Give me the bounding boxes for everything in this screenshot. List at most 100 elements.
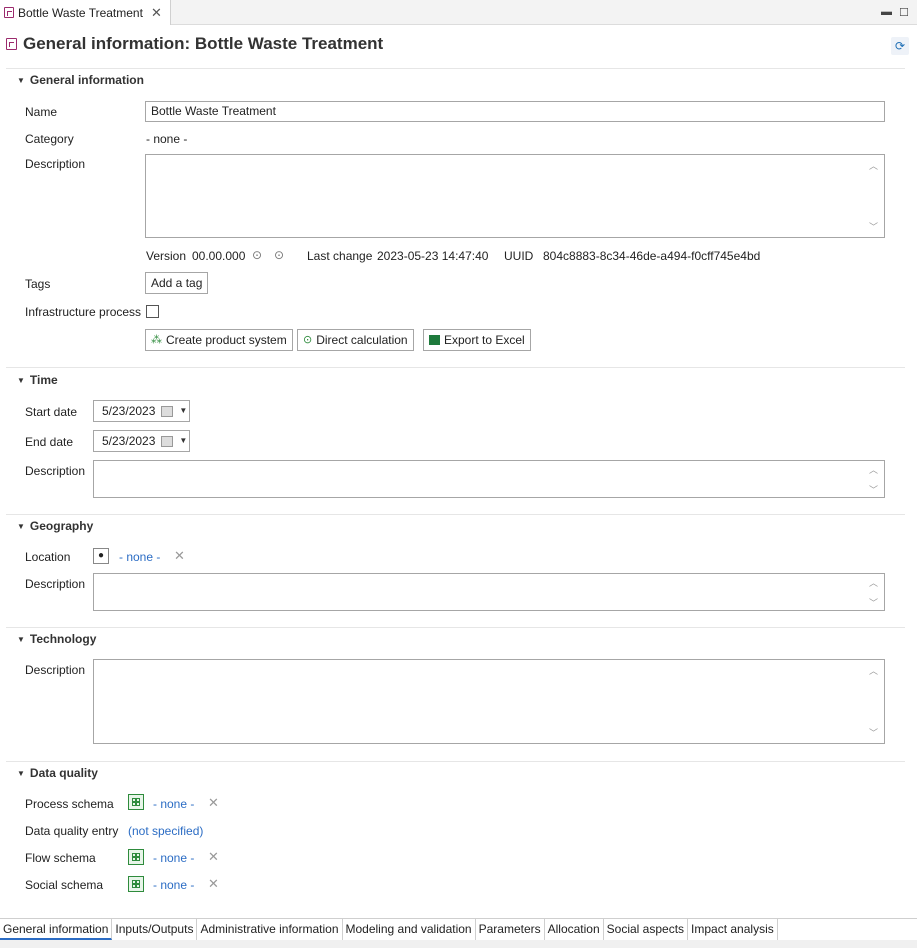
create-product-system-button[interactable]: ⁂ Create product system [145, 329, 293, 351]
remove-social-schema-icon[interactable]: ✕ [208, 876, 219, 892]
minimize-icon[interactable]: ▬ [881, 6, 892, 18]
tab-social-aspects[interactable]: Social aspects [604, 919, 689, 940]
editor-tab-bar: Bottle Waste Treatment ✕ ▬ ☐ [0, 0, 917, 25]
tags-label: Tags [25, 277, 51, 291]
divider [6, 367, 905, 368]
version-down-icon[interactable]: ⊙ [274, 248, 284, 262]
export-excel-label: Export to Excel [444, 333, 525, 347]
process-icon [6, 38, 17, 50]
section-time[interactable]: ▼ Time [17, 373, 58, 387]
add-tag-button-label: Add a tag [151, 276, 203, 290]
infrastructure-checkbox[interactable] [146, 305, 159, 318]
location-link[interactable]: - none - [119, 550, 160, 564]
section-data-quality[interactable]: ▼ Data quality [17, 766, 98, 780]
chevron-down-icon: ▼ [17, 375, 25, 385]
start-date-picker[interactable]: 5/23/2023 ▼ [93, 400, 190, 422]
social-schema-link[interactable]: - none - [153, 878, 194, 892]
location-label: Location [25, 550, 71, 564]
chevron-down-icon: ▼ [179, 436, 188, 445]
section-general-information[interactable]: ▼ General information [17, 73, 144, 87]
page-title: General information: Bottle Waste Treatm… [6, 34, 383, 54]
direct-calculation-label: Direct calculation [316, 333, 408, 347]
version-up-icon[interactable]: ⊙ [252, 248, 262, 262]
excel-icon [429, 335, 440, 345]
chevron-down-icon: ▼ [17, 521, 25, 531]
infrastructure-label: Infrastructure process [25, 305, 142, 319]
description-label: Description [25, 157, 86, 171]
category-value: - none - [146, 132, 188, 146]
remove-flow-schema-icon[interactable]: ✕ [208, 849, 219, 865]
tab-administrative-information[interactable]: Administrative information [197, 919, 343, 940]
scroll-up-icon[interactable]: ︿ [869, 463, 878, 476]
chevron-down-icon: ▼ [17, 75, 25, 85]
editor-tab-label: Bottle Waste Treatment [18, 5, 143, 20]
last-change-value: 2023-05-23 14:47:40 [377, 249, 489, 263]
version-label: Version [146, 249, 187, 263]
uuid-label: UUID [504, 249, 534, 263]
section-title: Data quality [29, 766, 98, 780]
flow-schema-label: Flow schema [25, 851, 96, 865]
end-date-picker[interactable]: 5/23/2023 ▼ [93, 430, 190, 452]
scroll-down-icon[interactable]: ﹀ [869, 220, 878, 233]
maximize-icon[interactable]: ☐ [899, 6, 909, 19]
description-textarea[interactable]: ︿ ﹀ [145, 154, 885, 238]
version-value: 00.00.000 [192, 249, 246, 263]
scroll-down-icon[interactable]: ﹀ [869, 483, 878, 496]
direct-calculation-button[interactable]: ⊙ Direct calculation [297, 329, 414, 351]
chevron-down-icon: ▼ [17, 768, 25, 778]
location-pin-icon[interactable]: ● [93, 548, 109, 564]
remove-location-icon[interactable]: ✕ [174, 548, 185, 564]
time-description-textarea[interactable]: ︿ ﹀ [93, 460, 885, 498]
end-date-label: End date [25, 435, 74, 449]
category-label: Category [25, 132, 74, 146]
technology-description-textarea[interactable]: ︿ ﹀ [93, 659, 885, 744]
section-title: Time [29, 373, 58, 387]
tab-inputs-outputs[interactable]: Inputs/Outputs [112, 919, 198, 940]
editor-page-tabs: General information Inputs/Outputs Admin… [0, 918, 917, 940]
section-title: Technology [29, 632, 97, 646]
scroll-down-icon[interactable]: ﹀ [869, 596, 878, 609]
last-change-label: Last change [307, 249, 373, 263]
tab-allocation[interactable]: Allocation [545, 919, 604, 940]
process-schema-link[interactable]: - none - [153, 797, 194, 811]
flow-schema-link[interactable]: - none - [153, 851, 194, 865]
divider [6, 761, 905, 762]
export-excel-button[interactable]: Export to Excel [423, 329, 531, 351]
chevron-down-icon: ▼ [17, 634, 25, 644]
editor-tab[interactable]: Bottle Waste Treatment ✕ [0, 0, 171, 25]
refresh-icon[interactable]: ⟳ [891, 37, 909, 55]
add-tag-button[interactable]: Add a tag [145, 272, 209, 294]
scroll-down-icon[interactable]: ﹀ [869, 726, 878, 739]
grid-icon[interactable] [128, 794, 144, 810]
time-description-label: Description [25, 464, 86, 478]
section-technology[interactable]: ▼ Technology [17, 632, 96, 646]
remove-process-schema-icon[interactable]: ✕ [208, 795, 219, 811]
scroll-up-icon[interactable]: ︿ [869, 159, 878, 172]
close-icon[interactable]: ✕ [151, 5, 162, 21]
section-title: Geography [29, 519, 94, 533]
tab-parameters[interactable]: Parameters [476, 919, 545, 940]
tab-impact-analysis[interactable]: Impact analysis [688, 919, 778, 940]
dq-entry-link[interactable]: (not specified) [128, 824, 203, 838]
dq-entry-label: Data quality entry [25, 824, 119, 838]
grid-icon[interactable] [128, 849, 144, 865]
divider [6, 627, 905, 628]
run-icon: ⊙ [303, 334, 313, 346]
divider [6, 514, 905, 515]
divider [6, 68, 905, 69]
tab-modeling-and-validation[interactable]: Modeling and validation [343, 919, 476, 940]
grid-icon[interactable] [128, 876, 144, 892]
geography-description-textarea[interactable]: ︿ ﹀ [93, 573, 885, 611]
scroll-up-icon[interactable]: ︿ [869, 576, 878, 589]
process-icon [4, 7, 14, 18]
section-title: General information [29, 73, 144, 87]
tab-general-information[interactable]: General information [0, 919, 113, 940]
name-input[interactable]: Bottle Waste Treatment [145, 101, 885, 122]
scroll-up-icon[interactable]: ︿ [869, 664, 878, 677]
create-product-system-label: Create product system [166, 333, 287, 347]
section-geography[interactable]: ▼ Geography [17, 519, 93, 533]
chevron-down-icon: ▼ [179, 406, 188, 415]
calendar-icon [161, 435, 174, 447]
uuid-value: 804c8883-8c34-46de-a494-f0cff745e4bd [543, 249, 761, 263]
calendar-icon [161, 405, 174, 417]
